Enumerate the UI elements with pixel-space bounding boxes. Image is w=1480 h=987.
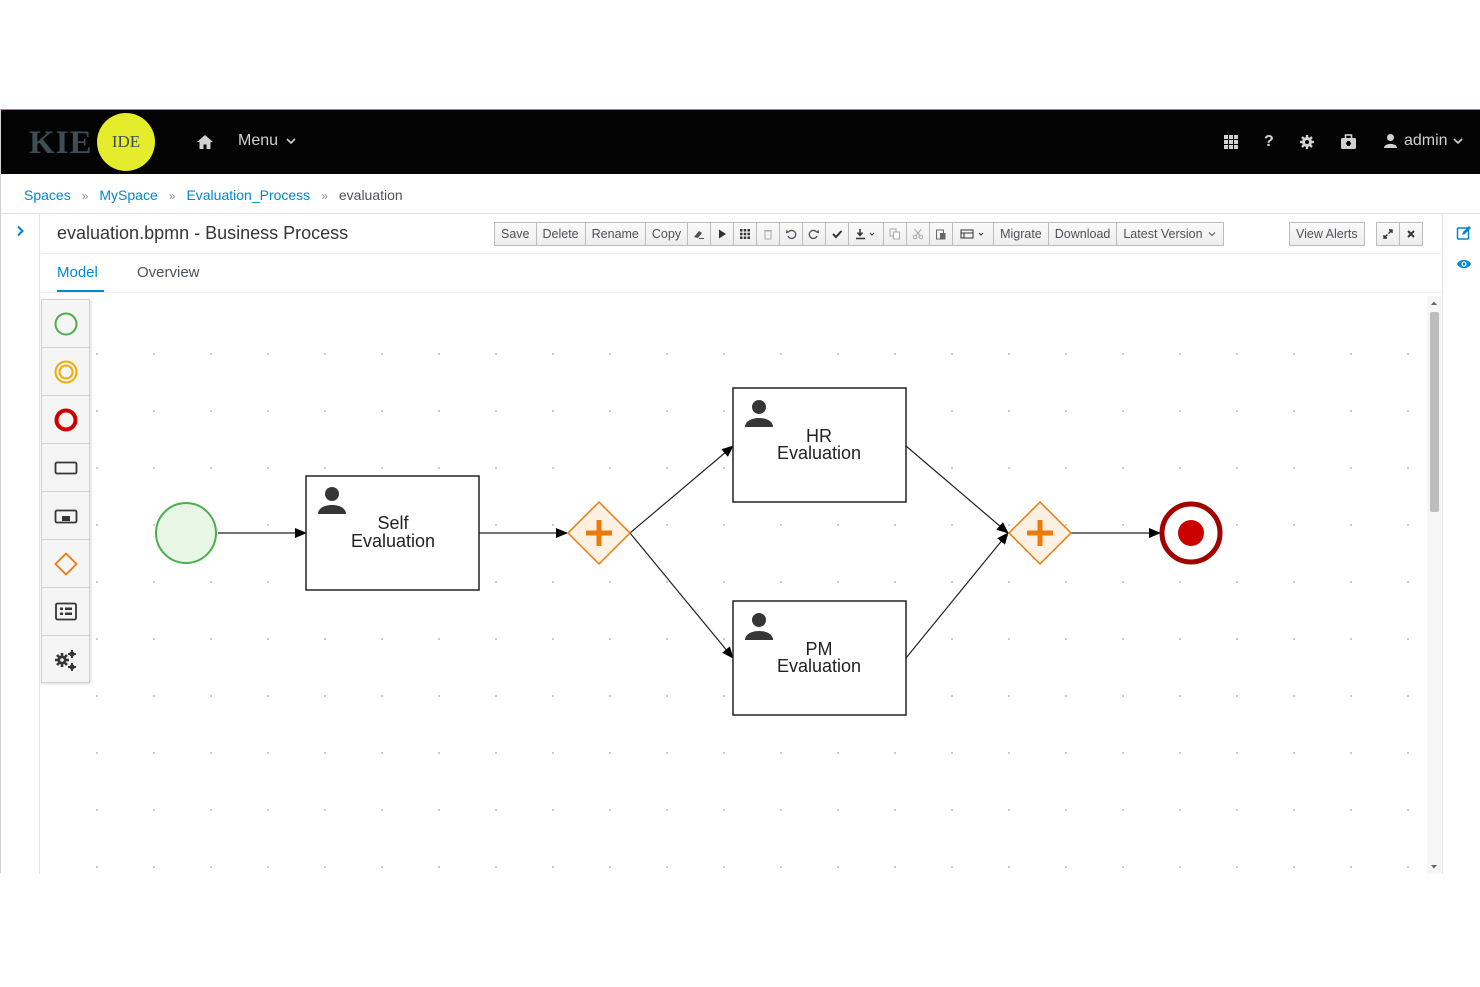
maximize-icon[interactable] <box>1376 222 1400 246</box>
chevron-right-icon[interactable] <box>13 224 27 238</box>
close-icon[interactable] <box>1399 222 1423 246</box>
canvas-scrollbar[interactable] <box>1427 296 1441 874</box>
end-event[interactable] <box>1159 501 1223 565</box>
ide-logo-badge[interactable]: IDE <box>97 113 155 171</box>
scroll-up-icon[interactable] <box>1427 298 1441 308</box>
download-icon <box>856 229 875 240</box>
editor-title: evaluation.bpmn - Business Process <box>57 223 349 243</box>
eye-icon[interactable] <box>1456 257 1472 275</box>
save-button[interactable]: Save <box>494 222 537 246</box>
left-rail <box>1 214 40 874</box>
chevron-down-icon <box>1453 138 1463 145</box>
copy-diagram-icon[interactable] <box>883 222 908 246</box>
task-pm-evaluation[interactable]: PM Evaluation <box>732 600 907 716</box>
download-button[interactable]: Download <box>1047 222 1118 246</box>
paste-icon[interactable] <box>929 222 954 246</box>
palette-task[interactable] <box>42 444 89 492</box>
palette-end-event[interactable] <box>42 396 89 444</box>
breadcrumb-spaces[interactable]: Spaces <box>24 187 71 203</box>
redo-icon[interactable] <box>802 222 827 246</box>
scroll-down-icon[interactable] <box>1427 862 1441 872</box>
task-icon <box>54 461 77 474</box>
task-label-line1: Self <box>377 513 409 533</box>
user-icon <box>1384 134 1397 148</box>
bpmn-canvas[interactable]: Self Evaluation HR Evaluation PM Evaluat… <box>41 298 1427 874</box>
shape-palette <box>41 299 90 683</box>
main-menu-button[interactable]: Menu <box>238 132 297 150</box>
user-name: admin <box>1404 132 1448 149</box>
breadcrumb: Spaces» MySpace» Evaluation_Process» evalua… <box>24 187 403 203</box>
palette-gateway[interactable] <box>42 540 89 588</box>
menu-label: Menu <box>238 132 279 149</box>
latest-version-label: Latest Version <box>1123 227 1203 241</box>
palette-intermediate-event[interactable] <box>42 348 89 396</box>
right-rail <box>1442 214 1480 874</box>
gear-icon[interactable] <box>1299 134 1315 154</box>
trash-icon[interactable] <box>756 222 781 246</box>
palette-data-object[interactable] <box>42 588 89 636</box>
tab-overview[interactable]: Overview <box>137 264 200 281</box>
task-label-line2: Evaluation <box>777 656 861 676</box>
task-hr-evaluation[interactable]: HR Evaluation <box>732 387 907 503</box>
palette-start-event[interactable] <box>42 300 89 348</box>
breadcrumb-current: evaluation <box>338 187 403 203</box>
briefcase-icon[interactable] <box>1340 134 1357 154</box>
kie-logo-text: KIE <box>29 125 93 161</box>
start-event[interactable] <box>155 502 217 564</box>
undo-icon[interactable] <box>779 222 804 246</box>
tab-model[interactable]: Model <box>57 264 98 281</box>
latest-version-dropdown[interactable]: Latest Version <box>1116 222 1224 246</box>
chevron-down-icon <box>286 138 297 145</box>
start-event-icon <box>54 312 77 335</box>
view-alerts-button[interactable]: View Alerts <box>1289 222 1365 246</box>
task-label-line2: Evaluation <box>777 443 861 463</box>
view-options-dropdown[interactable] <box>952 222 995 246</box>
gateway-icon <box>53 551 78 576</box>
validate-check-icon[interactable] <box>825 222 850 246</box>
download-dropdown[interactable] <box>848 222 885 246</box>
end-event-icon <box>54 408 77 431</box>
palette-subprocess[interactable] <box>42 492 89 540</box>
scroll-thumb[interactable] <box>1430 312 1439 512</box>
migrate-button[interactable]: Migrate <box>993 222 1049 246</box>
task-label-line2: Evaluation <box>351 531 435 551</box>
top-navbar: KIE IDE Menu ? admin <box>1 110 1480 174</box>
grid-icon[interactable] <box>1223 134 1239 154</box>
rename-button[interactable]: Rename <box>584 222 646 246</box>
editor-toolbar-right: View Alerts <box>1289 222 1365 246</box>
palette-custom-tasks[interactable] <box>42 636 89 683</box>
grid-toggle-icon[interactable] <box>733 222 758 246</box>
editor-toolbar: Save Delete Rename Copy Migrate Download… <box>494 222 1224 246</box>
intermediate-event-icon <box>54 360 77 383</box>
app-frame: KIE IDE Menu ? admin Spaces » MySpace » … <box>0 109 1480 874</box>
question-icon[interactable]: ? <box>1264 133 1274 151</box>
table-icon <box>960 229 984 239</box>
task-self-evaluation[interactable]: Self Evaluation <box>305 475 480 591</box>
eraser-icon[interactable] <box>687 222 712 246</box>
subprocess-icon <box>54 509 77 523</box>
copy-button[interactable]: Copy <box>644 222 689 246</box>
edit-properties-icon[interactable] <box>1456 225 1472 246</box>
breadcrumb-myspace[interactable]: MySpace <box>99 187 157 203</box>
delete-button[interactable]: Delete <box>535 222 586 246</box>
user-menu[interactable]: admin <box>1383 132 1464 150</box>
window-controls <box>1376 222 1423 246</box>
home-icon[interactable] <box>194 131 216 153</box>
play-icon[interactable] <box>710 222 735 246</box>
cut-icon[interactable] <box>906 222 931 246</box>
gears-icon <box>54 649 76 671</box>
breadcrumb-project[interactable]: Evaluation_Process <box>186 187 310 203</box>
chevron-down-icon <box>1208 232 1215 237</box>
list-icon <box>54 602 77 620</box>
